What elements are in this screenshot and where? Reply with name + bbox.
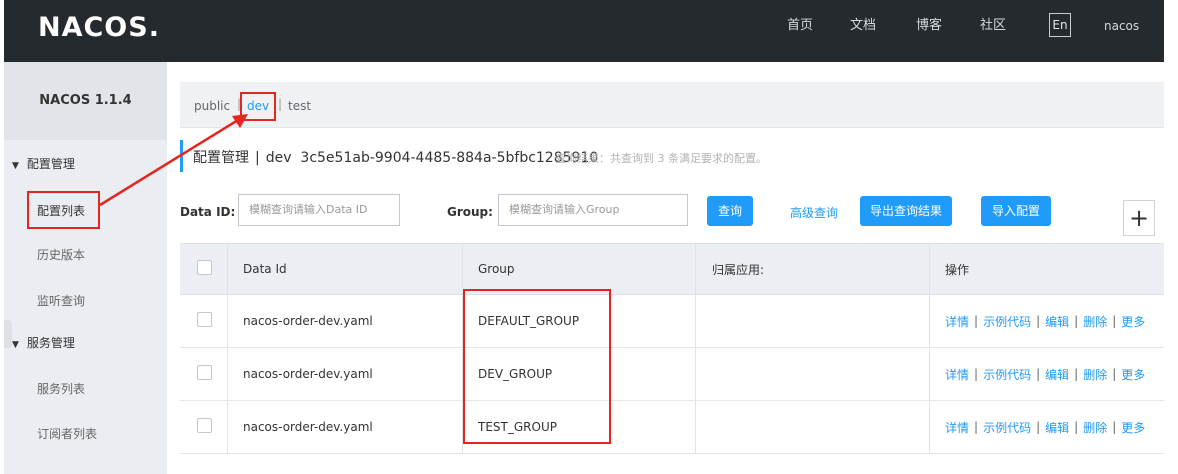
op-delete[interactable]: 删除	[1083, 419, 1107, 436]
header-operations: 操作	[945, 262, 970, 277]
row-operations: 详情 | 示例代码 | 编辑 | 删除 | 更多	[945, 366, 1146, 383]
sidebar-item-history[interactable]: 历史版本	[37, 246, 85, 263]
group-label: Group:	[447, 205, 493, 219]
user-name[interactable]: nacos	[1104, 0, 1139, 62]
language-toggle[interactable]: En	[1049, 13, 1071, 37]
row-dataid: nacos-order-dev.yaml	[243, 314, 373, 328]
row-checkbox[interactable]	[197, 418, 212, 433]
row-operations: 详情 | 示例代码 | 编辑 | 删除 | 更多	[945, 419, 1146, 436]
row-checkbox[interactable]	[197, 365, 212, 380]
group-search-input[interactable]: 模糊查询请输入Group	[498, 194, 688, 226]
table-header: Data Id Group 归属应用: 操作	[180, 243, 1164, 295]
caret-down-icon: ▼	[12, 161, 19, 171]
top-navbar: NACOS. 首页 文档 博客 社区 En nacos	[4, 0, 1164, 62]
op-edit[interactable]: 编辑	[1045, 313, 1069, 330]
op-edit[interactable]: 编辑	[1045, 419, 1069, 436]
annotation-box-groups	[463, 289, 611, 444]
nav-blog[interactable]: 博客	[916, 0, 942, 62]
add-config-button[interactable]: +	[1123, 200, 1155, 236]
sidebar-item-subscriber-list[interactable]: 订阅者列表	[37, 425, 97, 442]
op-delete[interactable]: 删除	[1083, 366, 1107, 383]
export-results-button[interactable]: 导出查询结果	[860, 196, 952, 226]
op-detail[interactable]: 详情	[945, 313, 969, 330]
header-app: 归属应用:	[712, 262, 765, 277]
namespace-separator: |	[278, 97, 283, 111]
table-row: nacos-order-dev.yaml DEFAULT_GROUP 详情 | 示例…	[180, 295, 1164, 348]
op-delete[interactable]: 删除	[1083, 313, 1107, 330]
sidebar: NACOS 1.1.4 ▼ 配置管理 配置列表 历史版本 监听查询 ▼ 服务管理 服…	[4, 62, 167, 474]
namespace-public[interactable]: public	[194, 99, 230, 113]
menu-group-config[interactable]: ▼ 配置管理	[12, 155, 75, 172]
annotation-box-config-list	[27, 191, 100, 229]
row-operations: 详情 | 示例代码 | 编辑 | 删除 | 更多	[945, 313, 1146, 330]
title-separator: |	[255, 150, 260, 166]
sidebar-item-listener-query[interactable]: 监听查询	[37, 292, 85, 309]
title-label: 配置管理	[193, 150, 249, 166]
op-edit[interactable]: 编辑	[1045, 366, 1069, 383]
op-more[interactable]: 更多	[1121, 366, 1145, 383]
op-detail[interactable]: 详情	[945, 419, 969, 436]
namespace-bar: public | dev | test	[180, 82, 1164, 128]
query-result-summary: 查询结果：共查询到 3 条满足要求的配置。	[555, 152, 767, 165]
query-button[interactable]: 查询	[707, 196, 753, 226]
row-dataid: nacos-order-dev.yaml	[243, 420, 373, 434]
table-row: nacos-order-dev.yaml DEV_GROUP 详情 | 示例代码 | 编…	[180, 348, 1164, 401]
page-title: 配置管理 | dev 3c5e51ab-9904-4485-884a-5bfbc12…	[193, 147, 598, 167]
menu-group-service[interactable]: ▼ 服务管理	[12, 334, 75, 351]
menu-group-label: 服务管理	[26, 336, 75, 350]
select-all-checkbox[interactable]	[197, 260, 212, 275]
advanced-query-link[interactable]: 高级查询	[790, 204, 838, 221]
sidebar-item-service-list[interactable]: 服务列表	[37, 380, 85, 397]
header-dataid: Data Id	[243, 262, 287, 276]
annotation-box-dev	[240, 92, 276, 121]
table-row: nacos-order-dev.yaml TEST_GROUP 详情 | 示例代码 |…	[180, 401, 1164, 454]
nav-community[interactable]: 社区	[980, 0, 1006, 62]
op-sample-code[interactable]: 示例代码	[983, 419, 1031, 436]
namespace-test[interactable]: test	[288, 99, 311, 113]
title-namespace: dev	[265, 150, 292, 166]
dataid-label: Data ID:	[180, 205, 236, 219]
title-namespace-id: 3c5e51ab-9904-4485-884a-5bfbc1285910	[300, 150, 599, 166]
op-more[interactable]: 更多	[1121, 313, 1145, 330]
nacos-logo[interactable]: NACOS.	[38, 12, 160, 43]
row-dataid: nacos-order-dev.yaml	[243, 367, 373, 381]
menu-group-label: 配置管理	[26, 157, 75, 171]
op-more[interactable]: 更多	[1121, 419, 1145, 436]
header-group: Group	[478, 262, 515, 276]
op-detail[interactable]: 详情	[945, 366, 969, 383]
op-sample-code[interactable]: 示例代码	[983, 313, 1031, 330]
row-checkbox[interactable]	[197, 312, 212, 327]
nav-docs[interactable]: 文档	[850, 0, 876, 62]
sidebar-collapse-handle[interactable]	[4, 320, 12, 348]
version-label: NACOS 1.1.4	[4, 62, 167, 140]
page-title-bar: 配置管理 | dev 3c5e51ab-9904-4485-884a-5bfbc12…	[180, 140, 980, 172]
import-config-button[interactable]: 导入配置	[981, 196, 1051, 226]
op-sample-code[interactable]: 示例代码	[983, 366, 1031, 383]
dataid-search-input[interactable]: 模糊查询请输入Data ID	[238, 194, 400, 226]
nav-home[interactable]: 首页	[787, 0, 813, 62]
caret-down-icon: ▼	[12, 340, 19, 350]
